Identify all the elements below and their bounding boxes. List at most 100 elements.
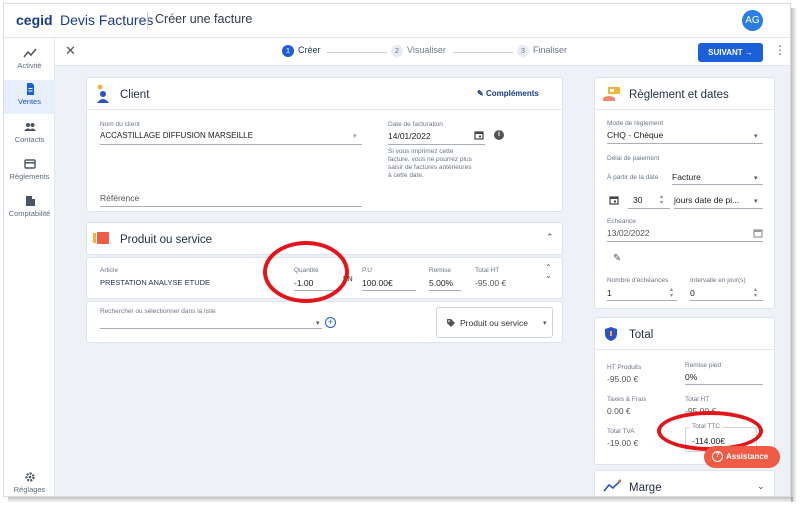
- chevron-down-icon[interactable]: ▾: [754, 197, 758, 205]
- client-name-underline: [100, 144, 362, 145]
- app-name: Devis Factures: [60, 12, 154, 28]
- step-number: 1: [282, 45, 294, 57]
- add-icon[interactable]: +: [325, 317, 336, 328]
- quantity-highlight-circle: [263, 241, 349, 303]
- ht-produits-value: -95.00 €: [607, 374, 639, 384]
- expand-line-icon[interactable]: ⌃ ⌄: [545, 264, 552, 280]
- total-title: Total: [629, 329, 654, 341]
- product-type-select[interactable]: Produit ou service ▾: [436, 307, 553, 338]
- contacts-icon: [23, 123, 36, 131]
- accounting-icon: [25, 196, 35, 206]
- tag-icon: [447, 319, 455, 327]
- cegid-logo: cegid: [16, 12, 53, 28]
- top-bar: cegid Devis Factures Créer une facture A…: [4, 4, 790, 38]
- nav-item-contacts[interactable]: Contacts: [4, 118, 55, 152]
- header-divider: [595, 349, 774, 350]
- assistance-button[interactable]: ? Assistance: [704, 446, 780, 468]
- invoice-date-field[interactable]: 14/01/2022: [388, 131, 431, 141]
- calendar-icon[interactable]: [753, 228, 763, 238]
- ht-produits-label: HT Produits: [607, 364, 642, 371]
- marge-card[interactable]: Marge ⌄: [594, 470, 775, 496]
- remise-pied-field[interactable]: 0%: [685, 372, 697, 382]
- days-stepper-icon[interactable]: ▴ ▾: [660, 194, 663, 206]
- interval-label: Intervalle en jour(s): [690, 277, 746, 284]
- article-label: Article: [100, 267, 119, 274]
- nav-label: Comptabilité: [8, 209, 51, 218]
- chevron-down-icon[interactable]: ⌄: [757, 481, 765, 492]
- product-title: Produit ou service: [120, 234, 213, 246]
- nb-echeances-field[interactable]: 1: [607, 288, 612, 298]
- step-number: 2: [391, 45, 403, 57]
- date-note-line: Si vous imprimez cette: [388, 148, 454, 155]
- client-person-icon: [97, 84, 109, 103]
- total-ht-label: Total HT: [685, 396, 710, 403]
- reference-underline: [100, 206, 362, 207]
- total-ttc-highlight-circle: [657, 411, 763, 451]
- calendar-icon: [609, 196, 619, 205]
- mode-label: Mode de règlement: [607, 120, 664, 127]
- nb-underline: [607, 300, 677, 301]
- nav-item-ventes[interactable]: Ventes: [4, 80, 55, 114]
- mode-select[interactable]: CHQ - Chèque: [607, 130, 663, 140]
- article-value[interactable]: PRESTATION ANALYSE ETUDE: [100, 278, 210, 287]
- nav-label: Réglages: [13, 485, 46, 494]
- page-title: Créer une facture: [155, 12, 253, 26]
- info-icon[interactable]: i: [494, 130, 504, 140]
- complements-link[interactable]: ✎ Compléments: [477, 89, 539, 98]
- remise-field[interactable]: 5.00%: [429, 278, 453, 288]
- document-icon: [26, 83, 34, 95]
- chevron-down-icon[interactable]: ▾: [353, 132, 357, 140]
- complements-label: Compléments: [485, 89, 539, 98]
- assistance-label: Assistance: [726, 452, 769, 461]
- nav-label: Contacts: [14, 135, 45, 144]
- chevron-up-icon[interactable]: ⌃: [546, 232, 554, 243]
- chevron-down-icon[interactable]: ▾: [316, 319, 320, 327]
- next-button[interactable]: SUIVANT →: [698, 43, 763, 62]
- pu-label: P.U: [362, 267, 372, 274]
- step-label: Visualiser: [407, 45, 446, 55]
- interval-stepper-icon[interactable]: ▴ ▾: [754, 287, 757, 299]
- search-input[interactable]: [100, 328, 322, 329]
- product-type-label: Produit ou service: [460, 318, 529, 328]
- tva-label: Total TVA: [607, 428, 635, 435]
- nav-item-activite[interactable]: Activité: [4, 44, 55, 78]
- chevron-down-icon[interactable]: ▾: [754, 132, 758, 140]
- reglement-card: Règlement et dates Mode de règlement CHQ…: [594, 77, 775, 309]
- client-name-field[interactable]: ACCASTILLAGE DIFFUSION MARSEILLE: [100, 131, 253, 140]
- reference-field[interactable]: Référence: [100, 193, 139, 203]
- echeance-field: 13/02/2022: [607, 228, 650, 238]
- avatar[interactable]: AG: [742, 10, 763, 31]
- nav-item-reglements[interactable]: Règlements: [4, 155, 55, 189]
- reglement-title: Règlement et dates: [629, 89, 729, 101]
- delai-label: Délai de paiement: [607, 155, 660, 162]
- step-finaliser[interactable]: 3 Finaliser: [517, 45, 567, 57]
- payment-hand-icon: [603, 87, 620, 101]
- from-date-select[interactable]: Facture: [672, 172, 701, 182]
- remise-label: Remise: [429, 267, 452, 274]
- product-icon: [93, 232, 109, 244]
- step-creer[interactable]: 1 Créer: [282, 45, 321, 57]
- calendar-icon[interactable]: [474, 130, 484, 140]
- close-icon[interactable]: ✕: [65, 43, 76, 59]
- pu-field[interactable]: 100.00€: [362, 278, 393, 288]
- days-type-select[interactable]: jours date de pi...: [674, 195, 739, 205]
- chevron-down-icon: ▾: [543, 320, 547, 327]
- days-field[interactable]: 30: [633, 195, 642, 205]
- step-visualiser[interactable]: 2 Visualiser: [391, 45, 446, 57]
- echeance-underline: [607, 241, 763, 242]
- nav-item-comptabilite[interactable]: Comptabilité: [4, 192, 55, 226]
- more-options-icon[interactable]: ⋮: [774, 43, 786, 57]
- edit-pencil-icon[interactable]: ✎: [613, 253, 621, 264]
- from-date-underline: [672, 184, 763, 185]
- margin-chart-icon: [603, 479, 621, 492]
- nav-label: Activité: [17, 61, 42, 70]
- nb-stepper-icon[interactable]: ▴ ▾: [670, 287, 673, 299]
- header-divider: [87, 109, 562, 110]
- taxes-value: 0.00 €: [607, 406, 631, 416]
- chevron-down-icon[interactable]: ▾: [754, 174, 758, 182]
- line-total-label: Total HT: [475, 267, 500, 274]
- nav-item-reglages[interactable]: Réglages: [4, 468, 55, 496]
- remise-pied-label: Remise pied: [685, 362, 722, 369]
- next-label: SUIVANT: [708, 48, 743, 57]
- interval-field[interactable]: 0: [690, 288, 695, 298]
